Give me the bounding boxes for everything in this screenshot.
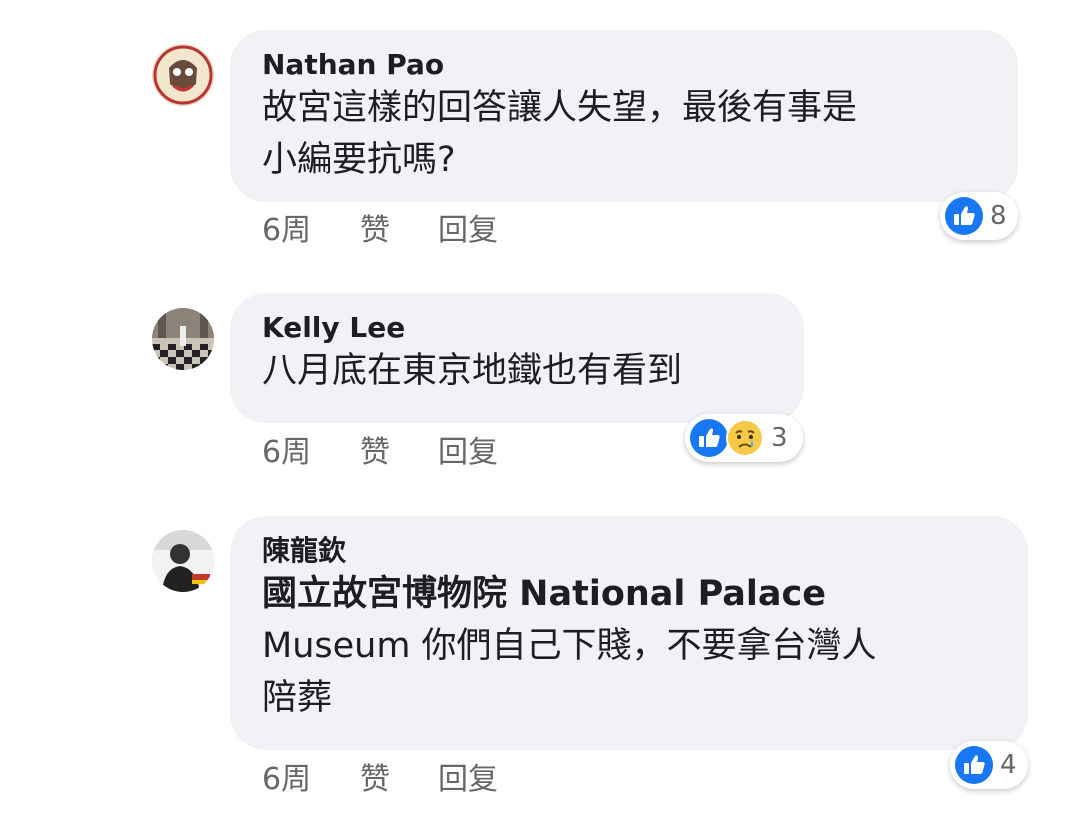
comment-text-line: Museum 你們自己下賤，不要拿台灣人 [262,626,877,666]
page-mention[interactable]: 國立故宮博物院 National Palace [262,568,996,620]
reaction-summary[interactable]: 3 [685,414,803,462]
reply-button[interactable]: 回复 [438,213,498,249]
comment-text-line: 小編要抗嗎? [262,140,456,180]
reply-button[interactable]: 回复 [438,762,498,798]
like-icon [945,197,983,235]
sad-icon [726,419,764,457]
avatar[interactable] [152,308,214,370]
comment-author[interactable]: Nathan Pao [262,48,986,82]
comment-text-line: 陪葬 [262,678,333,718]
like-button[interactable]: 赞 [360,762,438,798]
comment-bubble: Kelly Lee 八月底在東京地鐵也有看到 [230,293,804,423]
timestamp[interactable]: 6周 [262,435,360,471]
like-icon [955,746,993,784]
comment-text-line: 故宮這樣的回答讓人失望，最後有事是 [262,88,858,128]
reaction-summary[interactable]: 8 [940,192,1018,240]
like-button[interactable]: 赞 [360,435,438,471]
comment-bubble: Nathan Pao 故宮這樣的回答讓人失望，最後有事是 小編要抗嗎? [230,30,1018,202]
comment-actions: 6周 赞 回复 [262,435,498,471]
reaction-count: 3 [771,423,788,453]
comment-text-line: Museum 你們自己下賤，不要拿台灣人 [262,620,996,672]
reaction-count: 8 [990,201,1007,231]
comment-author[interactable]: 陳龍欽 [262,534,996,568]
comment-actions: 6周 赞 回复 [262,213,498,249]
comment-author[interactable]: Kelly Lee [262,311,772,345]
avatar[interactable] [152,44,214,106]
like-button[interactable]: 赞 [360,213,438,249]
avatar[interactable] [152,530,214,592]
comment-actions: 6周 赞 回复 [262,762,498,798]
timestamp[interactable]: 6周 [262,762,360,798]
reaction-count: 4 [1000,750,1017,780]
comment-text-line: 八月底在東京地鐵也有看到 [262,351,683,391]
timestamp[interactable]: 6周 [262,213,360,249]
like-icon [690,419,728,457]
comment-bubble: 陳龍欽 國立故宮博物院 National Palace Museum 你們自己下… [230,516,1028,750]
reaction-summary[interactable]: 4 [950,741,1028,789]
reply-button[interactable]: 回复 [438,435,498,471]
